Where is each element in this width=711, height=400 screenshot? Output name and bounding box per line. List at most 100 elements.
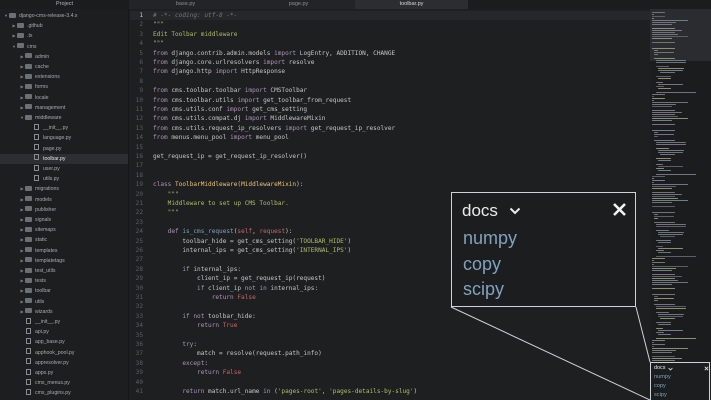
tree-folder[interactable]: ▼ cms: [0, 42, 128, 52]
tree-file[interactable]: apphook_pool.py: [0, 348, 128, 358]
tree-folder[interactable]: ▶ management: [0, 103, 128, 113]
tree-file[interactable]: utils.py: [0, 174, 128, 184]
code-line[interactable]: 6 from django.core.urlresolvers import re…: [130, 58, 650, 67]
tree-file[interactable]: toolbar.py: [0, 153, 128, 164]
tree-folder[interactable]: ▶ admin: [0, 52, 128, 62]
tree-file[interactable]: api.py: [0, 327, 128, 337]
code-line[interactable]: 8: [130, 77, 650, 86]
tree-file[interactable]: language.py: [0, 133, 128, 143]
tab-page-py[interactable]: page.py: [242, 0, 355, 9]
code-line[interactable]: 41 return match.url_name in ('pages-root…: [130, 387, 650, 396]
code-line[interactable]: 38 except:: [130, 359, 650, 368]
code-line[interactable]: 2 """: [130, 20, 650, 29]
tree-file[interactable]: appresolver.py: [0, 358, 128, 368]
code-line[interactable]: 40: [130, 378, 650, 387]
folder-icon: [25, 257, 32, 263]
tree-file[interactable]: user.py: [0, 164, 128, 174]
tree-folder[interactable]: ▶ static: [0, 235, 128, 245]
tab-base-py[interactable]: base.py: [129, 0, 242, 9]
chevron-down-icon[interactable]: [509, 206, 521, 216]
code-token: """: [153, 21, 165, 29]
tree-folder[interactable]: ▶ publisher: [0, 205, 128, 215]
tree-file[interactable]: page.py: [0, 144, 128, 154]
tree-folder[interactable]: ▶ locale: [0, 93, 128, 103]
code-line[interactable]: 7 from django.http import HttpResponse: [130, 67, 650, 76]
close-icon[interactable]: [704, 366, 709, 371]
tree-folder[interactable]: ▶ models: [0, 195, 128, 205]
minimap-line: [652, 186, 677, 188]
docs-item-scipy[interactable]: scipy: [463, 277, 504, 301]
tree-file[interactable]: __init__.py: [0, 123, 128, 133]
tree-folder[interactable]: ▶ forms: [0, 82, 128, 92]
tree-folder[interactable]: ▶ signals: [0, 215, 128, 225]
code-line[interactable]: 34 return True: [130, 321, 650, 330]
tab-toolbar-py[interactable]: toolbar.py: [355, 0, 468, 9]
code-line[interactable]: 12 from cms.utils.compat.dj import Middle…: [130, 114, 650, 123]
tree-item-label: extensions: [35, 74, 60, 81]
code-line[interactable]: 33 if not toolbar_hide:: [130, 312, 650, 321]
code-line[interactable]: 37 match = resolve(request.path_info): [130, 349, 650, 358]
code-line[interactable]: 16 get_request_ip = get_request_ip_resolv…: [130, 152, 650, 161]
code-line[interactable]: 36 try:: [130, 340, 650, 349]
close-icon[interactable]: [611, 201, 628, 218]
code-line[interactable]: 3 Edit Toolbar middleware: [130, 30, 650, 39]
project-tree: ▼ django-cms-release-3.4.x ▶ .github ▶ .tx ▼ cm…: [0, 9, 129, 400]
docs-mini-title[interactable]: docs: [654, 365, 665, 372]
tree-folder[interactable]: ▶ cache: [0, 62, 128, 72]
code-line[interactable]: 14 from menus.menu_pool import menu_pool: [130, 133, 650, 142]
code-line[interactable]: 1 # -*- coding: utf-8 -*-: [130, 11, 650, 21]
minimap-line: [652, 274, 676, 276]
code-line[interactable]: 35: [130, 331, 650, 340]
tree-folder[interactable]: ▶ test_utils: [0, 266, 128, 276]
tree-file[interactable]: cms_plugins.py: [0, 388, 128, 398]
tree-folder[interactable]: ▼ django-cms-release-3.4.x: [0, 11, 128, 21]
minimap[interactable]: [650, 9, 711, 400]
code-token: not in: [244, 284, 267, 292]
code-line[interactable]: 19 class ToolbarMiddleware(MiddlewareMixi…: [130, 180, 650, 189]
code-token: # -*- coding: utf-8 -*-: [153, 12, 238, 19]
code-line[interactable]: 15: [130, 143, 650, 152]
minimap-line: [658, 252, 672, 254]
tree-folder[interactable]: ▶ tests: [0, 276, 128, 286]
code-line[interactable]: 39 return False: [130, 368, 650, 377]
tree-folder[interactable]: ▶ extensions: [0, 72, 128, 82]
tree-file[interactable]: app_base.py: [0, 337, 128, 347]
minimap-line: [652, 124, 676, 126]
tree-file[interactable]: __init__.py: [0, 317, 128, 327]
minimap-line: [652, 42, 676, 44]
minimap-line: [658, 166, 684, 168]
docs-popup-title[interactable]: docs: [462, 199, 498, 223]
code-line[interactable]: 18: [130, 171, 650, 180]
code-line[interactable]: 11 from cms.utils.conf import get_cms_set…: [130, 105, 650, 114]
docs-mini-item-scipy[interactable]: scipy: [654, 391, 667, 399]
code-line[interactable]: 4 """: [130, 39, 650, 48]
tree-file[interactable]: cms_menus.py: [0, 378, 128, 388]
docs-item-copy[interactable]: copy: [463, 252, 501, 276]
chevron-down-icon[interactable]: [668, 367, 673, 371]
tree-folder[interactable]: ▶ templatetags: [0, 256, 128, 266]
code-line[interactable]: 17: [130, 161, 650, 170]
tree-folder[interactable]: ▶ utils: [0, 297, 128, 307]
minimap-line: [658, 78, 671, 80]
minimap-line: [652, 120, 673, 122]
docs-item-numpy[interactable]: numpy: [463, 226, 517, 250]
tree-folder[interactable]: ▶ .github: [0, 21, 128, 31]
code-line[interactable]: 5 from django.contrib.admin.models import…: [130, 49, 650, 58]
code-token: False: [237, 294, 256, 301]
tree-folder[interactable]: ▼ middleware: [0, 113, 128, 123]
tree-folder[interactable]: ▶ .tx: [0, 31, 128, 41]
code-token: LogEntry, ADDITION, CHANGE: [296, 49, 396, 57]
code-line[interactable]: 10 from cms.toolbar.utils import get_tool…: [130, 96, 650, 105]
tree-file[interactable]: apps.py: [0, 368, 128, 378]
code-token: from: [153, 115, 168, 123]
tree-folder[interactable]: ▶ templates: [0, 246, 128, 256]
tree-folder[interactable]: ▶ migrations: [0, 184, 128, 194]
code-line[interactable]: 9 from cms.toolbar.toolbar import CMSTool…: [130, 86, 650, 95]
tree-item-label: static: [35, 237, 48, 244]
docs-mini-item-copy[interactable]: copy: [654, 382, 666, 390]
tree-folder[interactable]: ▶ toolbar: [0, 286, 128, 296]
tree-folder[interactable]: ▶ wizards: [0, 307, 128, 317]
code-line[interactable]: 13 from cms.utils.request_ip_resolvers im…: [130, 124, 650, 133]
tree-folder[interactable]: ▶ sitemaps: [0, 225, 128, 235]
docs-mini-item-numpy[interactable]: numpy: [654, 373, 671, 381]
